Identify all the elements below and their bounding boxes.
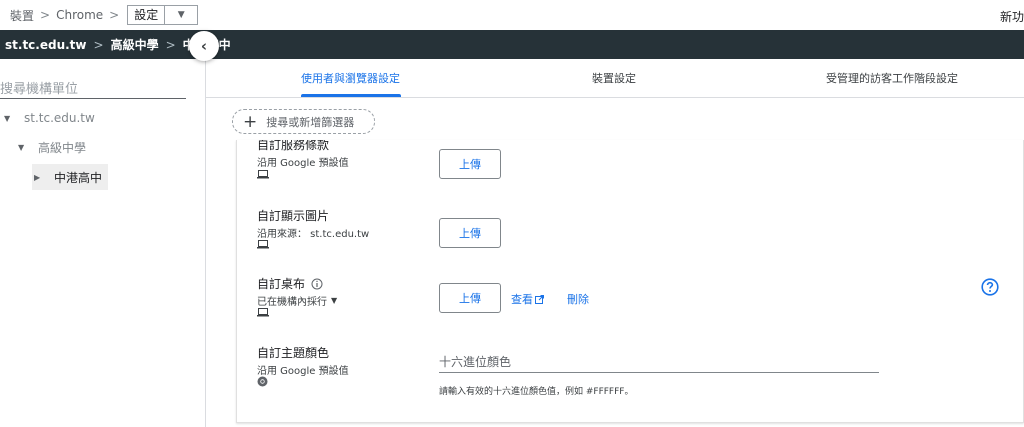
upload-button[interactable]: 上傳 xyxy=(439,149,501,179)
tree-item-high-school[interactable]: ▼ 高級中學 xyxy=(18,139,86,156)
setting-subtitle-row[interactable]: 已在機構內採行 ▼ xyxy=(257,293,337,308)
laptop-icon xyxy=(257,240,269,249)
caret-down-icon[interactable]: ▼ xyxy=(4,114,16,123)
org-unit-search-input[interactable] xyxy=(0,80,186,99)
tree-item-label: 中港高中 xyxy=(54,170,103,185)
org-unit-panel: ▼ st.tc.edu.tw ▼ 高級中學 ▶ 中港高中 xyxy=(0,59,206,427)
breadcrumb-separator: > xyxy=(109,8,120,22)
info-icon[interactable] xyxy=(311,278,323,290)
org-path-separator: > xyxy=(165,37,176,52)
settings-dropdown-label: 設定 xyxy=(128,6,166,24)
tree-item-label: st.tc.edu.tw xyxy=(24,111,95,125)
settings-dropdown[interactable]: 設定 ▼ xyxy=(127,5,199,25)
setting-title-row: 自訂桌布 xyxy=(257,275,323,292)
collapse-panel-button[interactable]: ‹ xyxy=(189,31,219,61)
settings-tabs: 使用者與瀏覽器設定 裝置設定 受管理的訪客工作階段設定 xyxy=(206,59,1024,98)
tab-user-browser-settings[interactable]: 使用者與瀏覽器設定 xyxy=(301,70,400,86)
add-filter-chip[interactable]: + 搜尋或新增篩選器 xyxy=(232,109,375,134)
org-path-level2[interactable]: 高級中學 xyxy=(111,36,159,53)
setting-subtitle: 沿用 Google 預設值 xyxy=(257,158,349,169)
setting-title: 自訂桌布 xyxy=(257,277,306,291)
tab-managed-guest-settings[interactable]: 受管理的訪客工作階段設定 xyxy=(826,70,958,86)
settings-card: 自訂服務條款 沿用 Google 預設值 上傳 自訂顯示圖片 沿用來源： st.… xyxy=(236,140,1024,423)
help-icon[interactable] xyxy=(981,278,999,296)
external-link-icon xyxy=(535,294,544,304)
tree-item-root[interactable]: ▼ st.tc.edu.tw xyxy=(4,111,95,125)
chrome-icon xyxy=(257,376,268,387)
tab-device-settings[interactable]: 裝置設定 xyxy=(592,70,636,86)
plus-icon: + xyxy=(243,111,258,132)
breadcrumb-chrome[interactable]: Chrome xyxy=(56,8,103,22)
caret-down-icon: ▼ xyxy=(331,296,338,305)
view-link[interactable]: 查看 xyxy=(511,291,544,307)
hex-color-input[interactable] xyxy=(439,352,879,373)
chevron-left-icon: ‹ xyxy=(200,37,208,55)
caret-down-icon[interactable]: ▼ xyxy=(18,143,30,152)
setting-title: 自訂顯示圖片 xyxy=(257,209,330,223)
filter-label: 搜尋或新增篩選器 xyxy=(266,115,355,129)
laptop-icon xyxy=(257,170,269,179)
setting-subtitle: 沿用來源： st.tc.edu.tw xyxy=(257,229,370,240)
tree-item-label: 高級中學 xyxy=(38,141,87,155)
active-tab-indicator xyxy=(301,94,401,97)
caret-right-icon[interactable]: ▶ xyxy=(34,173,46,182)
top-breadcrumb-bar: 裝置 > Chrome > 設定 ▼ 新功 xyxy=(0,0,1024,30)
hex-color-hint: 請輸入有效的十六進位顏色值，例如 #FFFFFF。 xyxy=(439,387,634,397)
org-path-separator: > xyxy=(93,37,104,52)
org-unit-path-bar: st.tc.edu.tw > 高級中學 > 中港高中 xyxy=(0,30,1024,59)
org-path-root[interactable]: st.tc.edu.tw xyxy=(5,38,87,52)
tree-item-zhonggang[interactable]: ▶ 中港高中 xyxy=(32,164,109,190)
laptop-icon xyxy=(257,308,269,317)
chevron-down-icon: ▼ xyxy=(177,10,185,20)
breadcrumb-separator: > xyxy=(40,8,51,22)
view-label: 查看 xyxy=(511,293,533,306)
setting-subtitle: 已在機構內採行 xyxy=(257,297,327,308)
upload-button[interactable]: 上傳 xyxy=(439,283,501,313)
upload-button[interactable]: 上傳 xyxy=(439,218,501,248)
breadcrumb-devices[interactable]: 裝置 xyxy=(10,7,34,24)
delete-button[interactable]: 刪除 xyxy=(567,291,589,307)
setting-subtitle: 沿用 Google 預設值 xyxy=(257,366,349,377)
new-button[interactable]: 新功 xyxy=(1000,8,1024,25)
setting-title: 自訂服務條款 xyxy=(257,140,330,152)
setting-title: 自訂主題顏色 xyxy=(257,346,330,360)
